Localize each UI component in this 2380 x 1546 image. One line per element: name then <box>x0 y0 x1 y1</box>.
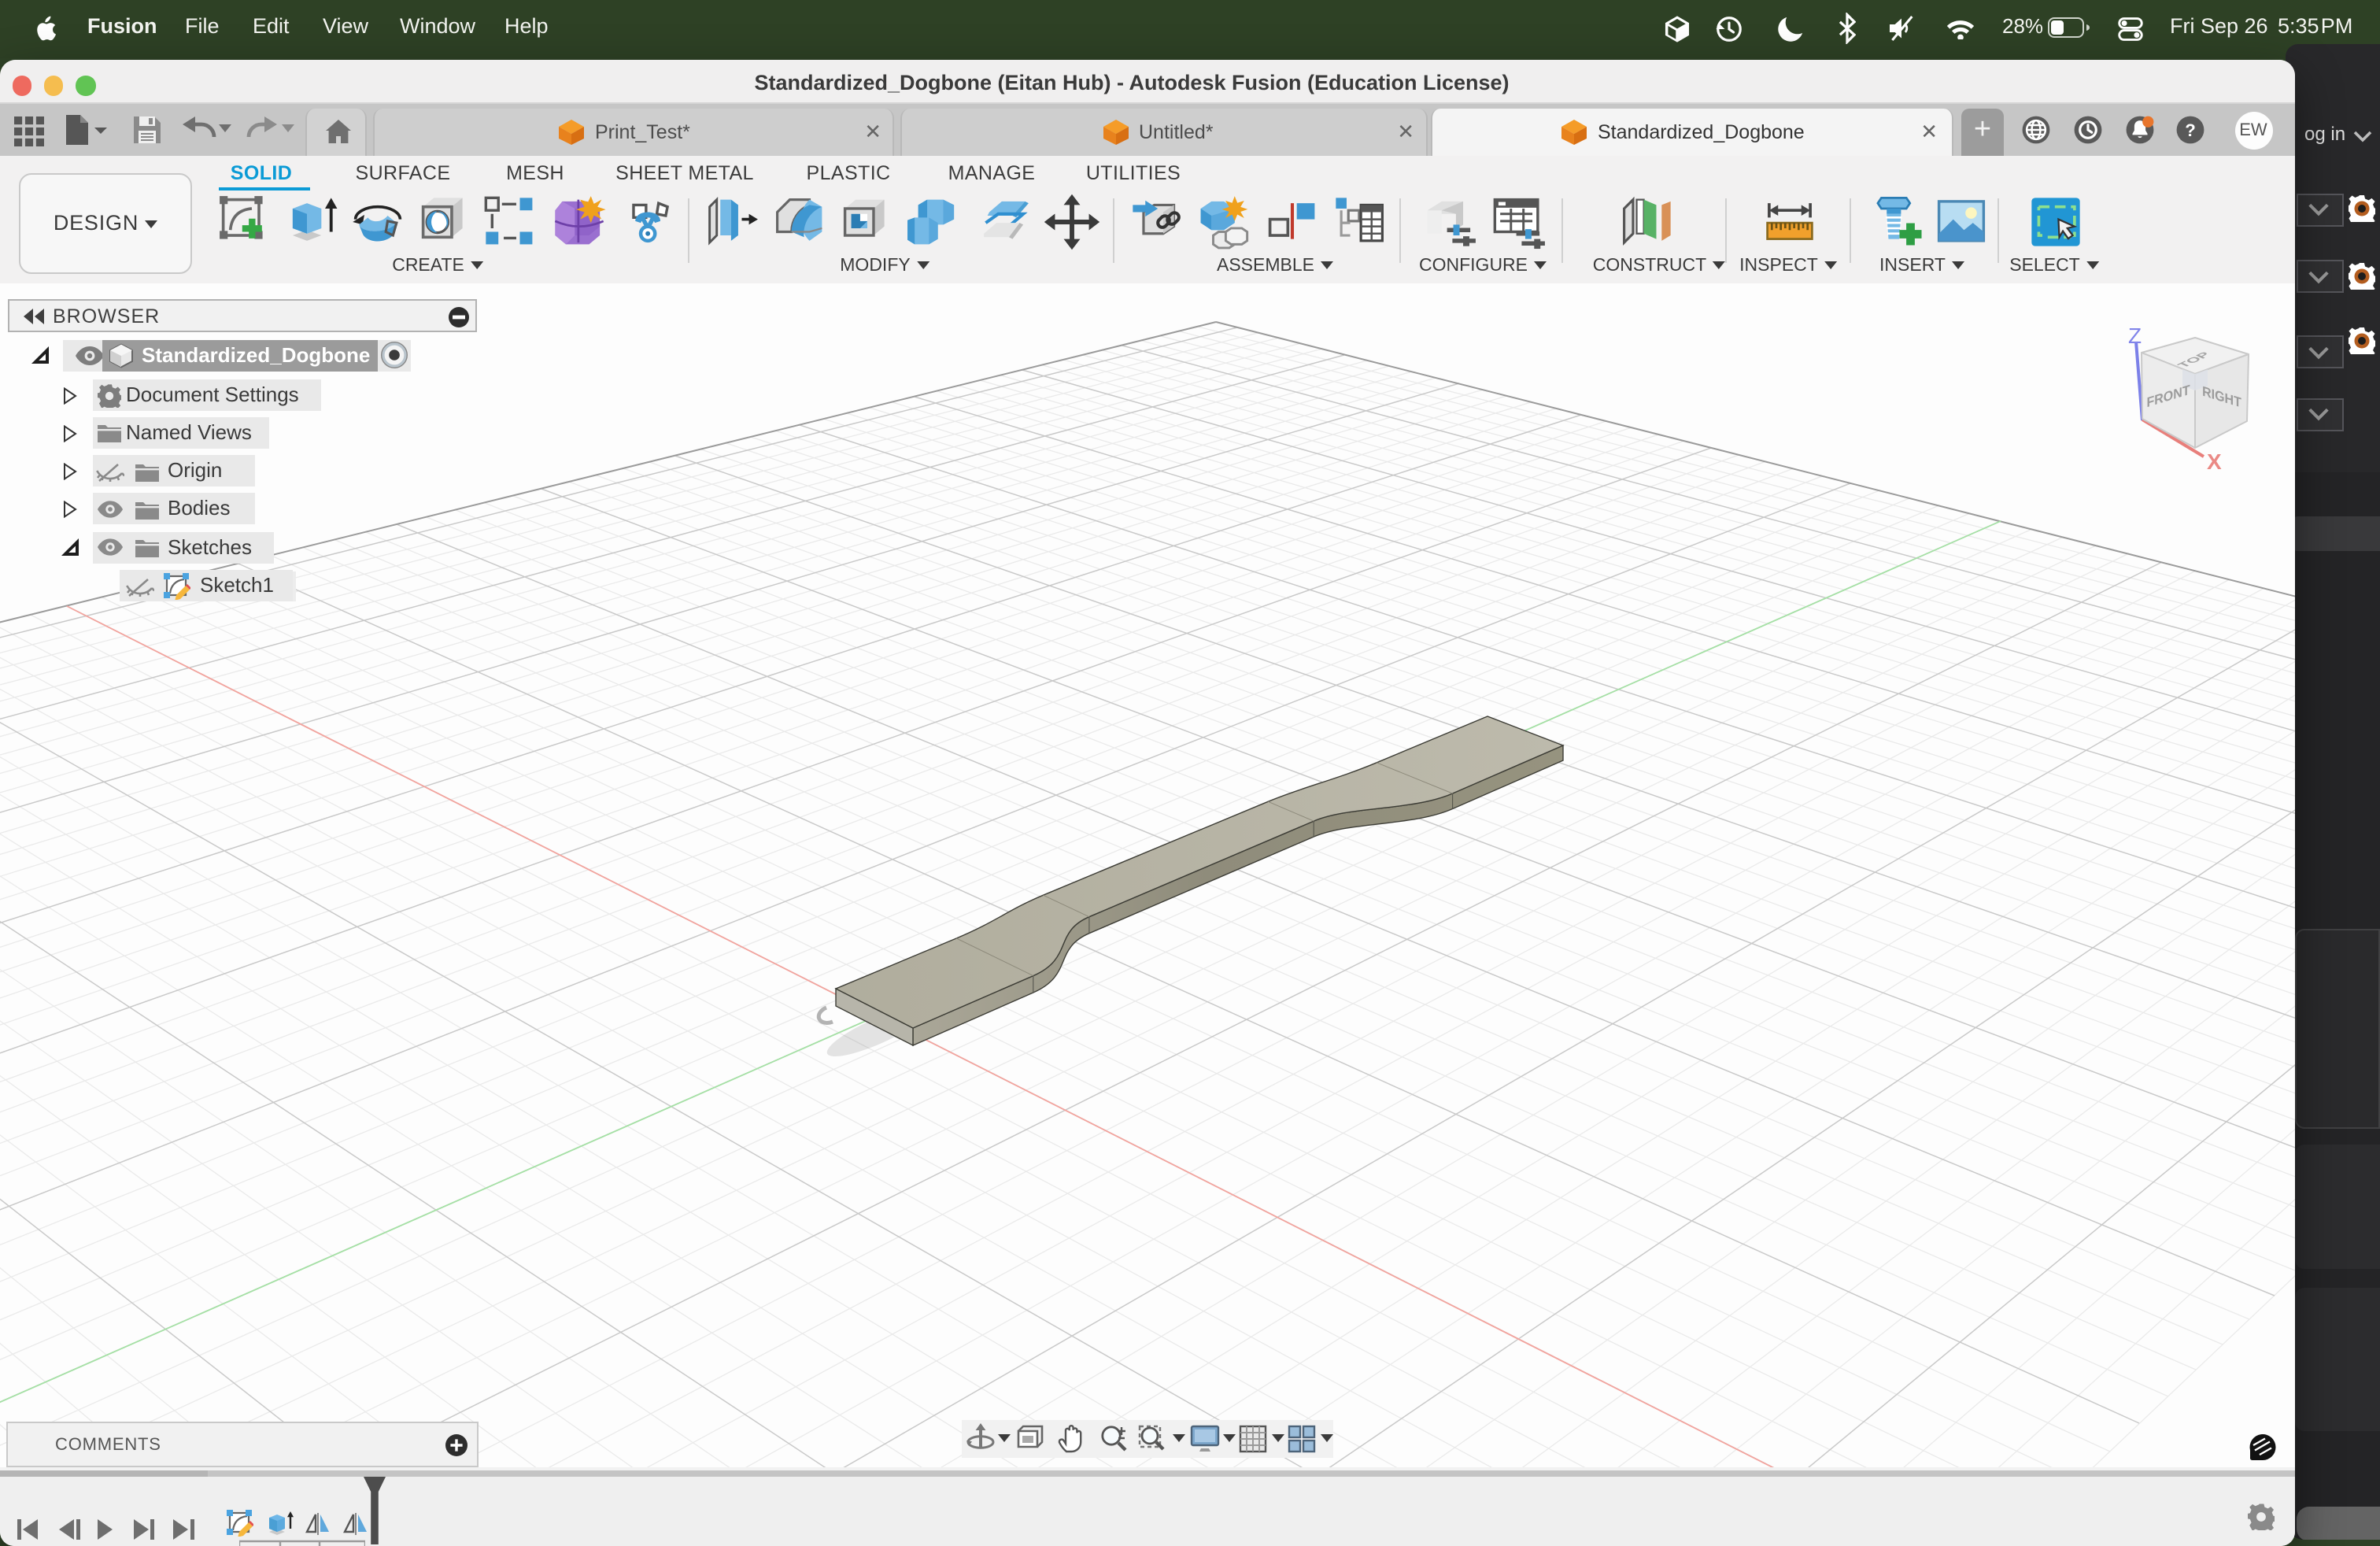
svg-text:Z: Z <box>2128 324 2142 348</box>
svg-text:?: ? <box>2184 120 2195 139</box>
svg-text:X: X <box>2207 449 2222 474</box>
